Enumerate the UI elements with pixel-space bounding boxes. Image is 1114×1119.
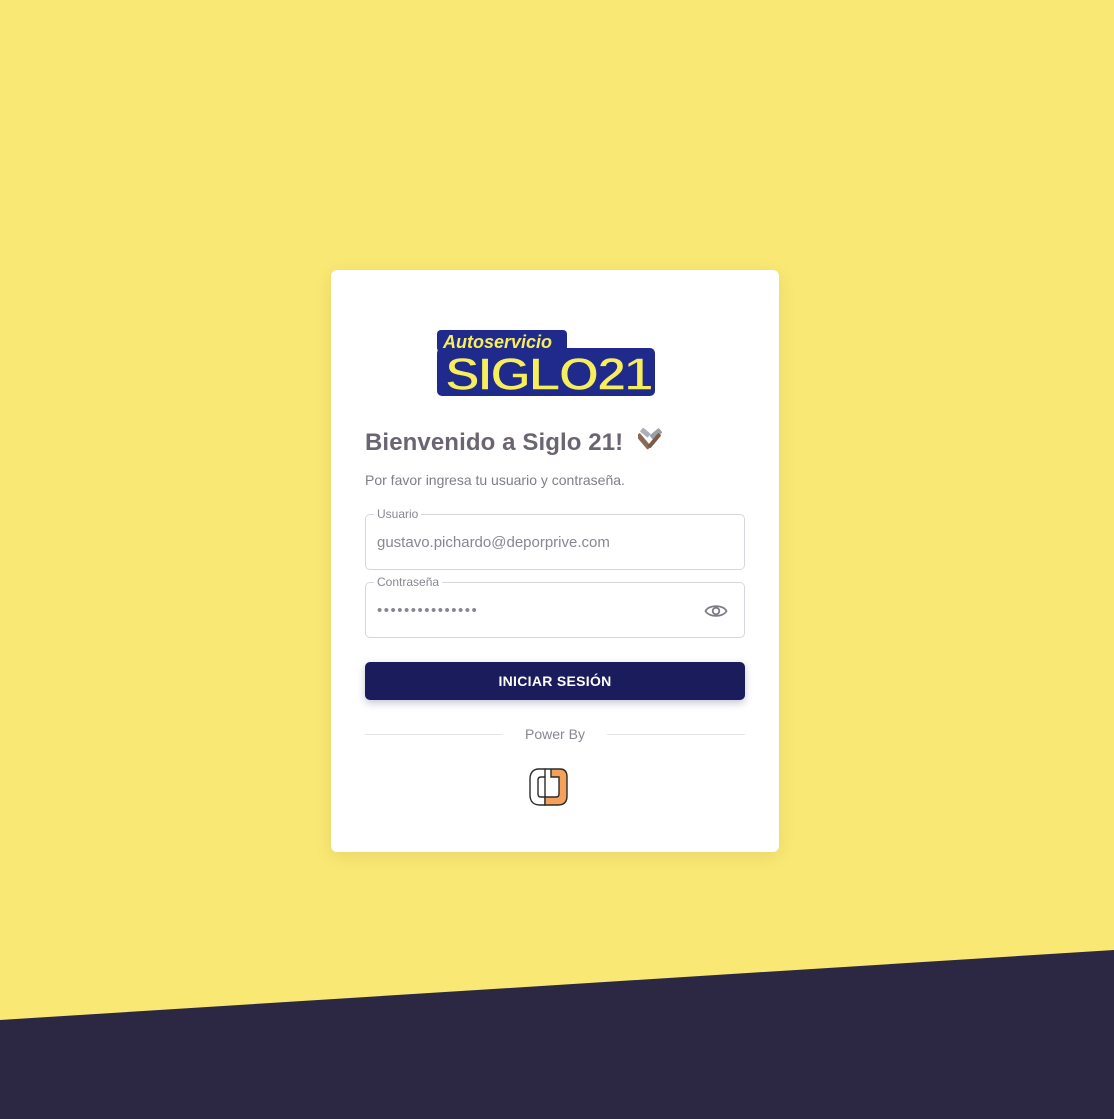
welcome-title: Bienvenido a Siglo 21!: [365, 427, 664, 459]
login-card: Autoservicio SIGLO21 Bienvenido a Siglo …: [331, 270, 779, 852]
login-page: Autoservicio SIGLO21 Bienvenido a Siglo …: [0, 0, 1114, 1119]
powered-by-divider: Power By: [365, 725, 745, 745]
hammer-and-wrench-icon: [636, 427, 664, 459]
login-button[interactable]: INICIAR SESIÓN: [365, 662, 745, 700]
username-input[interactable]: [377, 529, 687, 555]
username-field[interactable]: Usuario: [365, 507, 745, 570]
password-input[interactable]: [377, 597, 687, 623]
cj-brand-logo: [529, 766, 569, 808]
welcome-title-text: Bienvenido a Siglo 21!: [365, 429, 624, 456]
siglo21-logo: Autoservicio SIGLO21: [435, 328, 657, 401]
login-subtitle: Por favor ingresa tu usuario y contraseñ…: [365, 472, 625, 488]
eye-icon[interactable]: [704, 600, 728, 622]
divider-line-right: [607, 734, 745, 735]
username-label: Usuario: [374, 507, 422, 521]
password-label: Contraseña: [374, 575, 443, 589]
password-field[interactable]: Contraseña: [365, 575, 745, 638]
logo-main-text: SIGLO21: [445, 348, 653, 398]
